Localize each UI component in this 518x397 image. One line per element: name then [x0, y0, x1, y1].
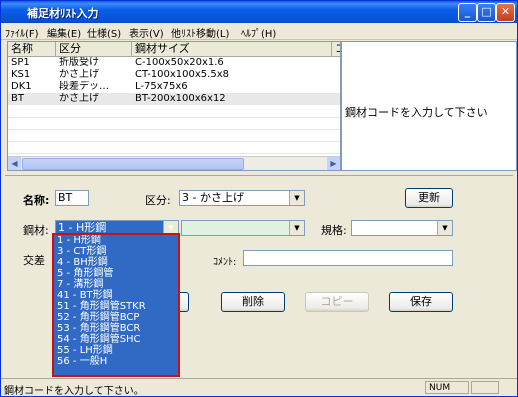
horizontal-scrollbar[interactable]: ◀ ▶ — [8, 156, 340, 170]
window-title: 補足材ﾘｽﾄ入力 — [27, 7, 99, 20]
chevron-down-icon[interactable]: ▼ — [289, 221, 304, 235]
dropdown-option[interactable]: 54 - 角形鋼管SHC — [54, 334, 178, 345]
dropdown-option[interactable]: 51 - 角形鋼管STKR — [54, 301, 178, 312]
name-label: 名称: — [23, 194, 50, 207]
copy-button[interactable]: コピー — [305, 292, 369, 312]
cell-name: SP1 — [11, 57, 30, 68]
cell-size: L-75x75x6 — [135, 81, 188, 92]
kozai-size-select[interactable]: ▼ — [181, 220, 305, 236]
kosa-label: 交差 — [23, 254, 45, 267]
minimize-button[interactable]: _ — [458, 3, 477, 22]
kikaku-select[interactable]: ▼ — [351, 220, 453, 236]
kozai-label: 鋼材: — [23, 224, 49, 237]
scroll-thumb[interactable] — [22, 158, 244, 170]
close-button[interactable]: ✕ — [496, 3, 515, 22]
menu-bar: ﾌｧｲﾙ(F) 編集(E) 仕様(S) 表示(V) 他ﾘｽﾄ移動(L) ﾍﾙﾌﾟ… — [1, 23, 517, 40]
table-row[interactable]: KS1 かさ上げ CT-100x100x5.5x8 — [8, 69, 340, 81]
chevron-down-icon[interactable]: ▼ — [289, 191, 304, 205]
update-button[interactable]: 更新 — [405, 188, 453, 208]
kubun-label: 区分: — [145, 194, 171, 207]
dropdown-option[interactable]: 53 - 角形鋼管BCR — [54, 323, 178, 334]
table-row[interactable]: SP1 折版受け C-100x50x20x1.6 — [8, 57, 340, 69]
kubun-select[interactable]: 3 - かさ上げ ▼ — [179, 190, 305, 206]
dropdown-option[interactable]: 41 - BT形鋼 — [54, 290, 178, 301]
column-header-code[interactable]: コ — [332, 42, 340, 57]
grid-line — [8, 129, 340, 130]
kikaku-label: 規格: — [321, 224, 347, 237]
menu-spec[interactable]: 仕様(S) — [87, 25, 121, 40]
status-bar: 鋼材コードを入力して下さい。 NUM — [1, 378, 517, 397]
menu-edit[interactable]: 編集(E) — [47, 25, 81, 40]
material-list-grid[interactable]: 名称 区分 鋼材サイズ コ SP1 折版受け C-100x50x20x1.6 K… — [7, 41, 341, 171]
kozai-dropdown-list[interactable]: 1 - H形鋼 3 - CT形鋼 4 - BH形鋼 5 - 角形鋼管 7 - 溝… — [52, 233, 180, 377]
column-header-kubun[interactable]: 区分 — [56, 42, 132, 57]
status-panel — [471, 381, 499, 394]
menu-view[interactable]: 表示(V) — [129, 25, 164, 40]
column-header-size[interactable]: 鋼材サイズ — [132, 42, 332, 57]
kubun-selected-value: 3 - かさ上げ — [182, 191, 244, 204]
cell-kubun: かさ上げ — [59, 93, 99, 104]
menu-move-list[interactable]: 他ﾘｽﾄ移動(L) — [171, 25, 229, 40]
cell-size: BT-200x100x6x12 — [135, 93, 226, 104]
cell-name: KS1 — [11, 69, 31, 80]
maximize-button[interactable]: □ — [477, 3, 496, 22]
dropdown-option[interactable]: 3 - CT形鋼 — [54, 246, 178, 257]
table-row[interactable]: DK1 段差デッ… L-75x75x6 — [8, 81, 340, 93]
dropdown-option[interactable]: 52 - 角形鋼管BCP — [54, 312, 178, 323]
save-button[interactable]: 保存 — [389, 292, 453, 312]
dropdown-option[interactable]: 56 - 一般H — [54, 356, 178, 367]
cell-name: BT — [11, 93, 24, 104]
name-input[interactable]: BT — [55, 190, 89, 206]
menu-help[interactable]: ﾍﾙﾌﾟ(H) — [241, 25, 276, 40]
chevron-down-icon[interactable]: ▼ — [437, 221, 452, 235]
num-lock-indicator: NUM — [425, 381, 469, 394]
dropdown-option[interactable]: 7 - 溝形鋼 — [54, 279, 178, 290]
dropdown-option[interactable]: 5 - 角形鋼管 — [54, 268, 178, 279]
info-panel: 鋼材コードを入力して下さい — [341, 41, 517, 171]
dropdown-option[interactable]: 1 - H形鋼 — [54, 235, 178, 246]
title-bar[interactable]: 補足材ﾘｽﾄ入力 _ □ ✕ — [1, 1, 517, 23]
cell-kubun: かさ上げ — [59, 69, 99, 80]
grid-line — [8, 141, 340, 142]
cell-kubun: 段差デッ… — [59, 81, 109, 92]
status-message: 鋼材コードを入力して下さい。 — [4, 386, 144, 397]
column-header-name[interactable]: 名称 — [8, 42, 56, 57]
dropdown-option[interactable]: 55 - LH形鋼 — [54, 345, 178, 356]
comment-label: ｺﾒﾝﾄ: — [213, 257, 237, 268]
scroll-right-icon[interactable]: ▶ — [327, 157, 340, 170]
main-window: 補足材ﾘｽﾄ入力 _ □ ✕ ﾌｧｲﾙ(F) 編集(E) 仕様(S) 表示(V)… — [0, 0, 518, 397]
dropdown-option[interactable]: 4 - BH形鋼 — [54, 257, 178, 268]
info-message: 鋼材コードを入力して下さい — [345, 106, 488, 119]
delete-button[interactable]: 削除 — [221, 292, 285, 312]
cell-name: DK1 — [11, 81, 32, 92]
table-row-selected[interactable]: BT かさ上げ BT-200x100x6x12 — [8, 93, 340, 105]
grid-line — [8, 153, 340, 154]
menu-file[interactable]: ﾌｧｲﾙ(F) — [5, 25, 39, 40]
grid-line — [8, 117, 340, 118]
comment-input[interactable] — [243, 250, 453, 266]
cell-size: C-100x50x20x1.6 — [135, 57, 224, 68]
cell-size: CT-100x100x5.5x8 — [135, 69, 229, 80]
cell-kubun: 折版受け — [59, 57, 99, 68]
scroll-left-icon[interactable]: ◀ — [8, 157, 21, 170]
